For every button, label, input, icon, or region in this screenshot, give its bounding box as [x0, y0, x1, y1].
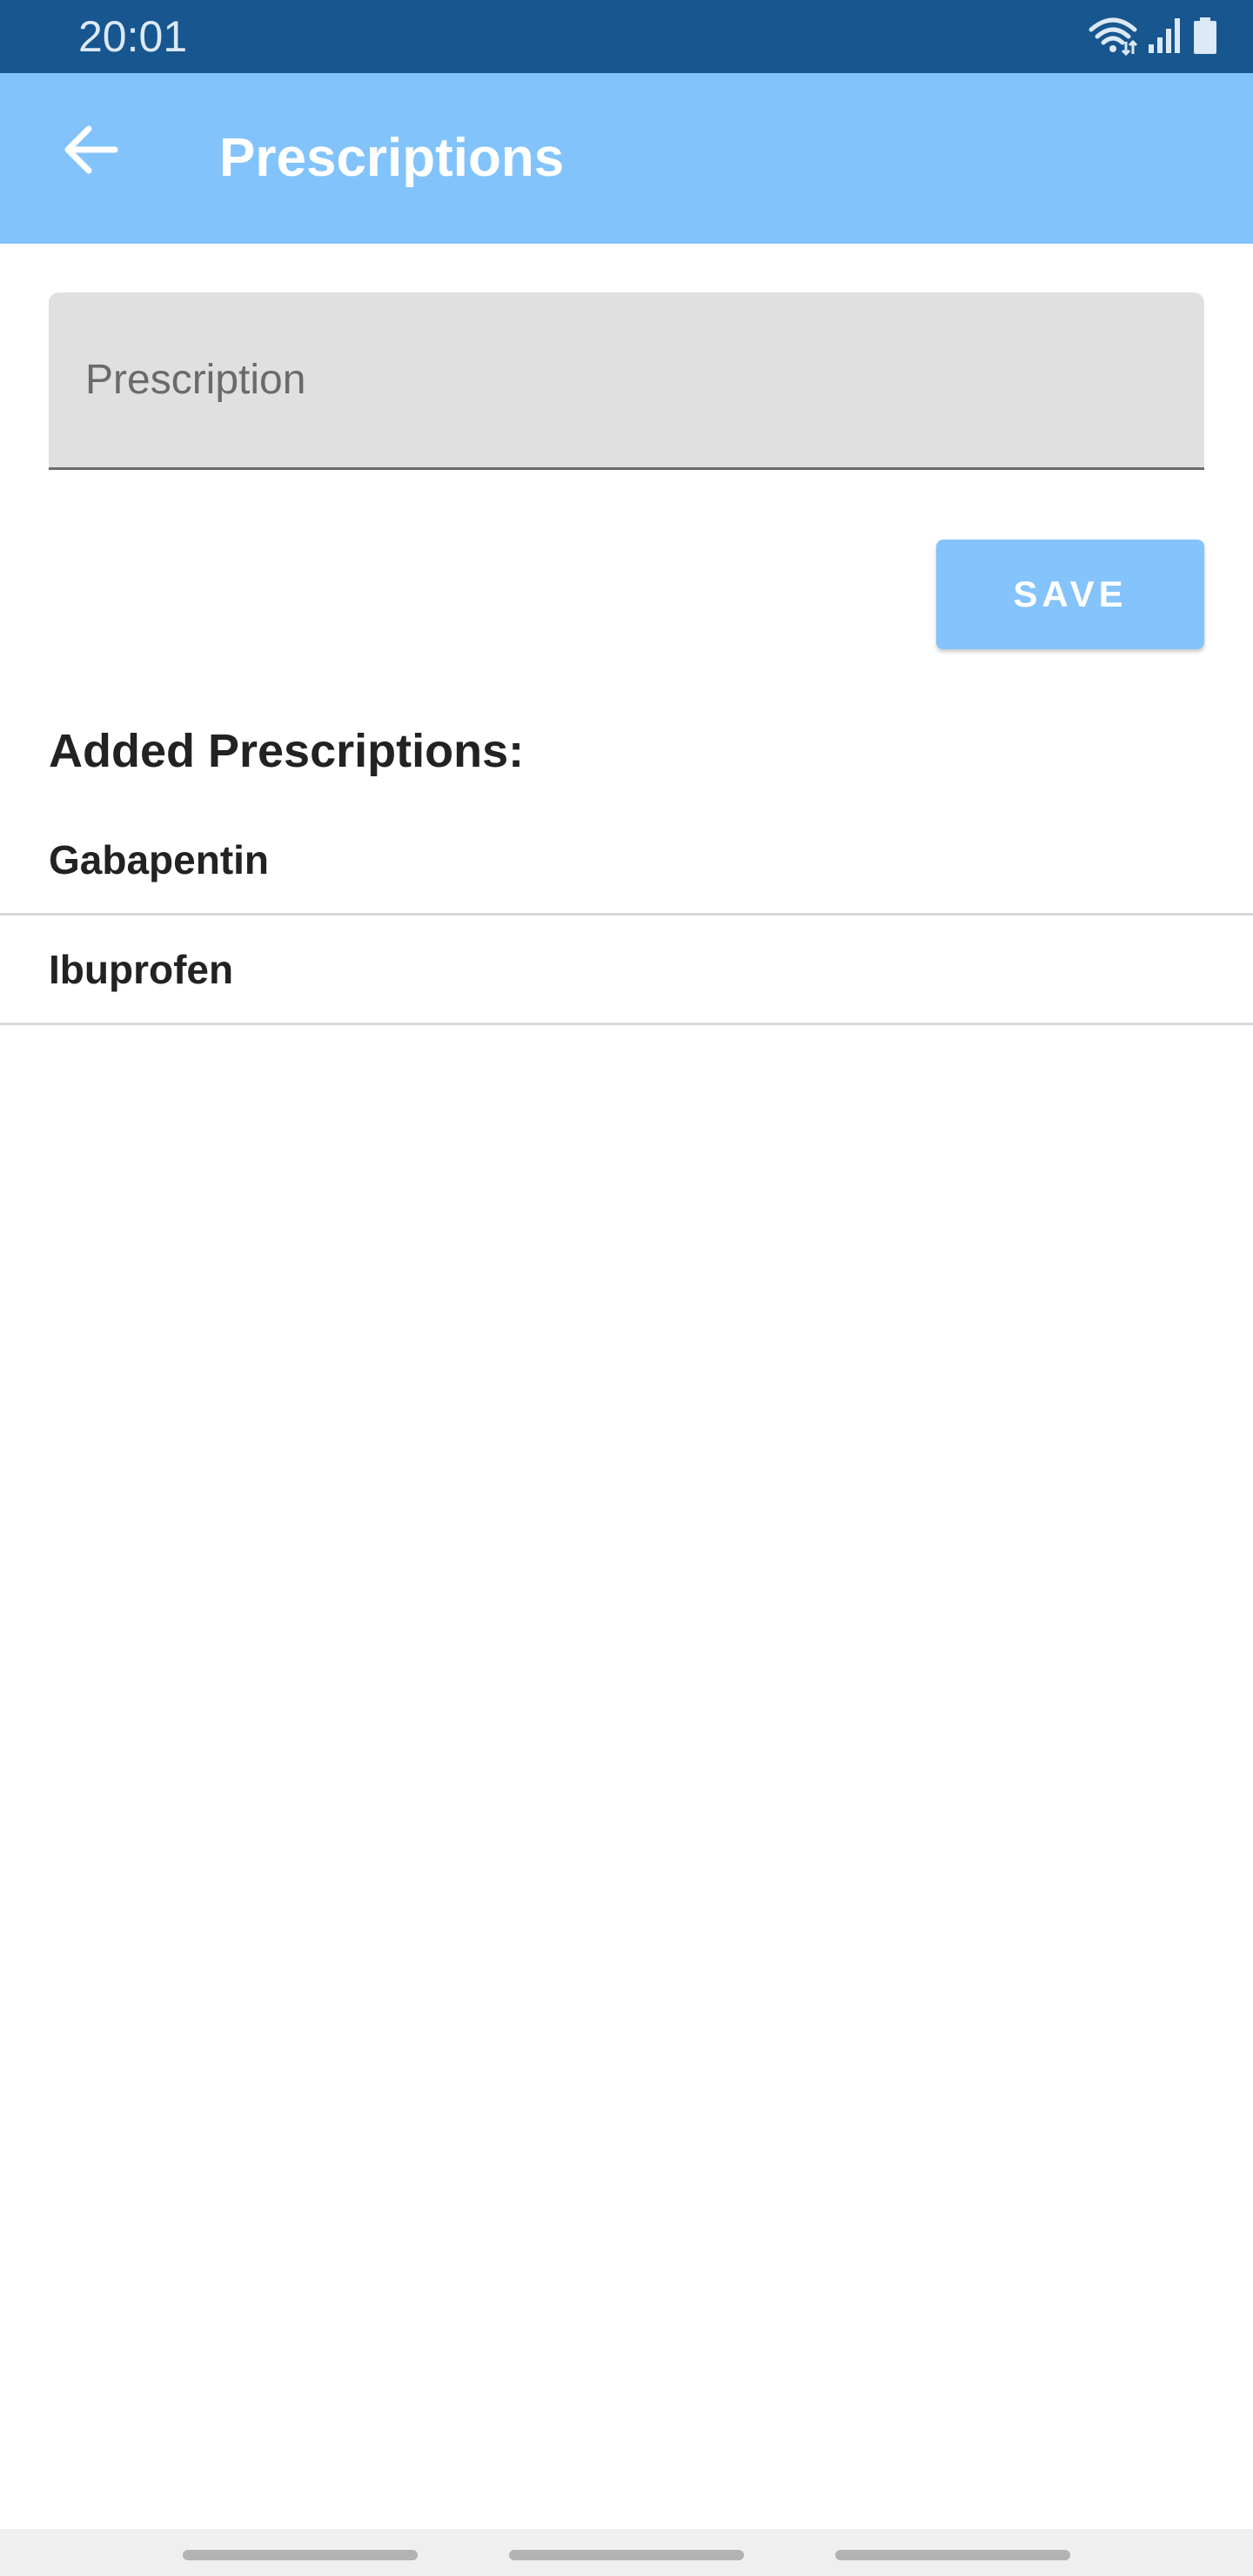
list-item[interactable]: Ibuprofen [0, 916, 1253, 1025]
status-bar: 20:01 [0, 0, 1253, 73]
navigation-bar [0, 2529, 1253, 2576]
back-button[interactable] [47, 108, 134, 195]
status-icons [1088, 16, 1218, 59]
nav-back-handle[interactable] [835, 2550, 1070, 2560]
save-button[interactable]: SAVE [936, 540, 1204, 649]
prescription-field[interactable] [49, 292, 1204, 470]
nav-recents-handle[interactable] [183, 2550, 418, 2560]
app-bar: Prescriptions [0, 73, 1253, 244]
page-title: Prescriptions [219, 128, 565, 188]
added-prescriptions-heading: Added Prescriptions: [49, 725, 525, 777]
battery-icon [1192, 17, 1218, 59]
wifi-icon [1088, 16, 1138, 60]
prescription-input[interactable] [49, 292, 1204, 467]
nav-home-handle[interactable] [509, 2550, 744, 2560]
arrow-left-icon [63, 125, 118, 178]
signal-icon [1147, 17, 1183, 59]
list-item[interactable]: Gabapentin [0, 806, 1253, 916]
status-time: 20:01 [78, 12, 188, 61]
list-item-label: Gabapentin [49, 836, 270, 882]
list-item-label: Ibuprofen [49, 946, 234, 992]
prescription-list: Gabapentin Ibuprofen [0, 806, 1253, 1025]
